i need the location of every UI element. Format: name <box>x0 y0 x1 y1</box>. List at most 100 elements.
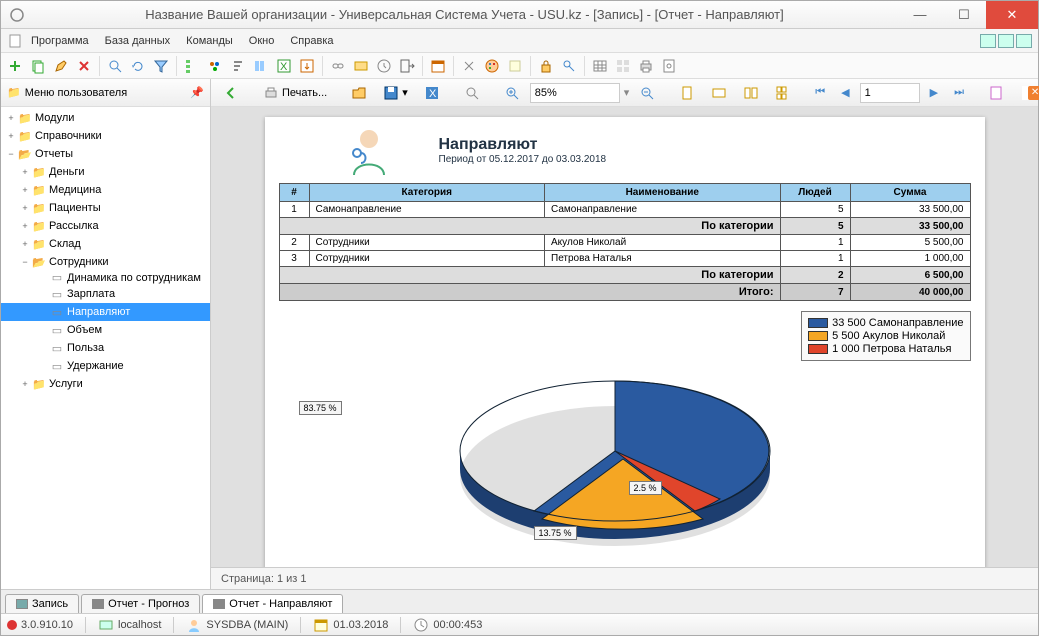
palette-button[interactable] <box>482 56 502 76</box>
key-button[interactable] <box>559 56 579 76</box>
note-button[interactable] <box>505 56 525 76</box>
menu-window[interactable]: Окно <box>241 32 283 50</box>
export-excel-button[interactable]: X <box>274 56 294 76</box>
status-host: localhost <box>98 617 161 633</box>
tree-item[interactable]: +📁Модули <box>1 109 210 127</box>
expand-icon[interactable]: + <box>19 379 31 389</box>
menu-commands[interactable]: Команды <box>178 32 241 50</box>
close-report-button[interactable]: ✕ Закрыть <box>1022 86 1039 100</box>
tree-item[interactable]: ▭Польза <box>1 339 210 357</box>
bottom-tab[interactable]: Отчет - Направляют <box>202 594 343 613</box>
open-button[interactable] <box>345 82 373 104</box>
add-button[interactable] <box>5 56 25 76</box>
expand-icon[interactable]: − <box>19 257 31 267</box>
menu-program[interactable]: Программа <box>23 32 97 50</box>
print-button[interactable] <box>636 56 656 76</box>
preview-button[interactable] <box>659 56 679 76</box>
tree-item[interactable]: ▭Удержание <box>1 357 210 375</box>
folder-icon: 📁 <box>17 112 33 125</box>
import-button[interactable] <box>297 56 317 76</box>
expand-icon[interactable]: + <box>19 167 31 177</box>
tree-label: Удержание <box>67 360 124 372</box>
expand-icon[interactable]: + <box>19 185 31 195</box>
print-report-button[interactable]: Печать... <box>257 82 333 104</box>
expand-icon[interactable]: − <box>5 149 17 159</box>
settings-button[interactable] <box>459 56 479 76</box>
group-button[interactable] <box>205 56 225 76</box>
tree-item[interactable]: −📂Сотрудники <box>1 253 210 271</box>
grid-button[interactable] <box>613 56 633 76</box>
tree-item[interactable]: ▭Объем <box>1 321 210 339</box>
delete-button[interactable] <box>74 56 94 76</box>
tree-item[interactable]: +📁Услуги <box>1 375 210 393</box>
edit-button[interactable] <box>51 56 71 76</box>
mdi-minimize-icon[interactable] <box>980 34 996 48</box>
two-page-button[interactable] <box>737 82 765 104</box>
page-input[interactable] <box>860 83 920 103</box>
prev-page-button[interactable]: ◀ <box>835 82 855 104</box>
sidebar-title: Меню пользователя <box>25 87 127 99</box>
tree-item[interactable]: ▭Динамика по сотрудникам <box>1 271 210 285</box>
find-button[interactable] <box>458 82 486 104</box>
card-button[interactable] <box>351 56 371 76</box>
maximize-button[interactable]: ☐ <box>942 1 986 29</box>
refresh-button[interactable] <box>128 56 148 76</box>
exit-button[interactable] <box>397 56 417 76</box>
link-button[interactable] <box>328 56 348 76</box>
sort-button[interactable] <box>228 56 248 76</box>
bookmark-button[interactable] <box>982 82 1010 104</box>
back-button[interactable] <box>217 82 245 104</box>
search-button[interactable] <box>105 56 125 76</box>
table-header: Наименование <box>545 184 781 202</box>
mdi-restore-icon[interactable] <box>998 34 1014 48</box>
minimize-button[interactable]: — <box>898 1 942 29</box>
tree-view[interactable]: +📁Модули+📁Справочники−📂Отчеты+📁Деньги+📁М… <box>1 107 210 589</box>
last-page-button[interactable]: ⏭ <box>948 82 970 104</box>
mdi-close-icon[interactable] <box>1016 34 1032 48</box>
close-button[interactable]: ✕ <box>986 1 1038 29</box>
bottom-tab[interactable]: Отчет - Прогноз <box>81 594 200 613</box>
bottom-tab[interactable]: Запись <box>5 594 79 613</box>
menu-help[interactable]: Справка <box>282 32 341 50</box>
expand-icon[interactable]: + <box>19 221 31 231</box>
zoom-out-button[interactable] <box>633 82 661 104</box>
history-button[interactable] <box>374 56 394 76</box>
tree-item[interactable]: +📁Медицина <box>1 181 210 199</box>
tree-item[interactable]: +📁Пациенты <box>1 199 210 217</box>
expand-icon[interactable]: + <box>5 131 17 141</box>
tree-item[interactable]: −📂Отчеты <box>1 145 210 163</box>
tree-item[interactable]: +📁Справочники <box>1 127 210 145</box>
multi-page-button[interactable] <box>769 82 797 104</box>
tree-label: Сотрудники <box>49 256 109 268</box>
save-excel-button[interactable]: X <box>418 82 446 104</box>
copy-button[interactable] <box>28 56 48 76</box>
file-icon: ▭ <box>49 342 65 355</box>
fit-page-button[interactable] <box>673 82 701 104</box>
expand-icon[interactable]: + <box>19 203 31 213</box>
table-header: # <box>279 184 309 202</box>
first-page-button[interactable]: ⏮ <box>809 82 831 104</box>
tree-label: Модули <box>35 112 74 124</box>
tree-item[interactable]: +📁Деньги <box>1 163 210 181</box>
tree-item[interactable]: +📁Рассылка <box>1 217 210 235</box>
filter-button[interactable] <box>151 56 171 76</box>
tree-item[interactable]: ▭Зарплата <box>1 285 210 303</box>
pin-icon[interactable]: 📌 <box>190 86 204 99</box>
columns-button[interactable] <box>251 56 271 76</box>
report-viewport[interactable]: Направляют Период от 05.12.2017 до 03.03… <box>211 107 1038 567</box>
calendar-button[interactable] <box>428 56 448 76</box>
zoom-in-button[interactable] <box>498 82 526 104</box>
lock-button[interactable] <box>536 56 556 76</box>
expand-icon[interactable]: + <box>19 239 31 249</box>
next-page-button[interactable]: ▶ <box>924 82 944 104</box>
tree-button[interactable] <box>182 56 202 76</box>
table-button[interactable] <box>590 56 610 76</box>
report-title: Направляют <box>439 136 607 154</box>
zoom-input[interactable] <box>530 83 620 103</box>
save-button[interactable]: ▾ <box>377 82 414 104</box>
menu-database[interactable]: База данных <box>97 32 179 50</box>
fit-width-button[interactable] <box>705 82 733 104</box>
expand-icon[interactable]: + <box>5 113 17 123</box>
tree-item[interactable]: ▭Направляют <box>1 303 210 321</box>
tree-item[interactable]: +📁Склад <box>1 235 210 253</box>
